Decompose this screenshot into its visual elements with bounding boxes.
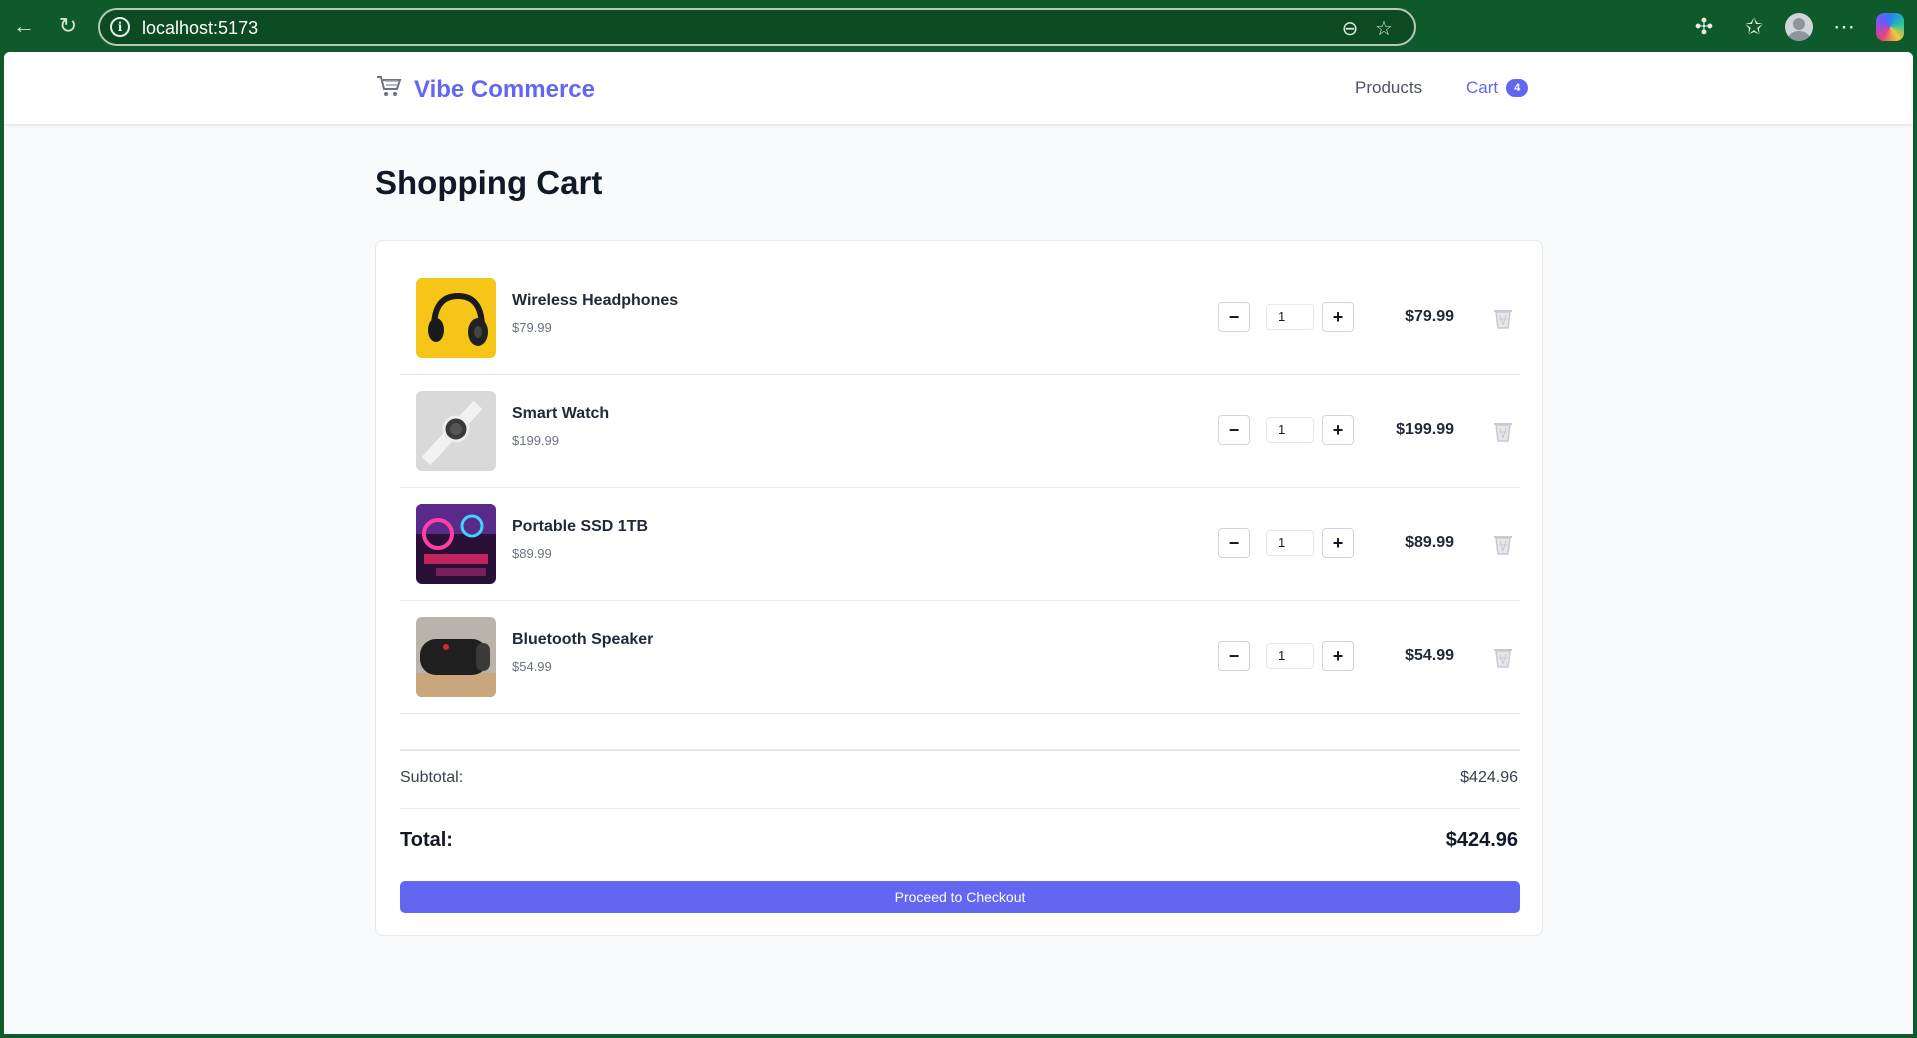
item-unit-price: $54.99 xyxy=(512,659,552,674)
cart-count-badge: 4 xyxy=(1506,79,1529,97)
item-unit-price: $89.99 xyxy=(512,546,552,561)
decrease-quantity-button[interactable]: − xyxy=(1218,415,1250,445)
item-title: Bluetooth Speaker xyxy=(512,631,654,648)
brand-link[interactable]: Vibe Commerce xyxy=(376,74,595,105)
site-info-icon[interactable]: i xyxy=(110,17,130,37)
checkout-button[interactable]: Proceed to Checkout xyxy=(400,881,1520,913)
nav-cart-link[interactable]: Cart 4 xyxy=(1466,78,1529,98)
nav-products-link[interactable]: Products xyxy=(1355,78,1422,98)
extensions-icon[interactable]: ✣ xyxy=(1690,13,1718,41)
decrease-quantity-button[interactable]: − xyxy=(1218,528,1250,558)
product-image-speaker xyxy=(416,617,496,697)
quantity-input[interactable]: 1 xyxy=(1266,304,1314,330)
summary-divider xyxy=(400,749,1520,751)
brand-name: Vibe Commerce xyxy=(414,75,595,103)
item-unit-price: $199.99 xyxy=(512,433,559,448)
increase-quantity-button[interactable]: + xyxy=(1322,528,1354,558)
product-image-smartwatch xyxy=(416,391,496,471)
summary-divider xyxy=(400,808,1520,809)
decrease-quantity-button[interactable]: − xyxy=(1218,641,1250,671)
item-title: Portable SSD 1TB xyxy=(512,518,649,535)
favorite-star-icon[interactable]: ☆ xyxy=(1372,16,1396,40)
back-arrow-icon[interactable]: ← xyxy=(10,12,38,40)
cart-item: Smart Watch $199.99 − 1 + $199.99 xyxy=(400,375,1520,488)
cart-item: Portable SSD 1TB $89.99 − 1 + $89.99 xyxy=(400,488,1520,601)
subtotal-value: $424.96 xyxy=(1460,769,1518,786)
total-label: Total: xyxy=(400,829,453,851)
browser-toolbar: ← ↻ i localhost:5173 ⊖ ☆ ✣ ✩ ⋯ xyxy=(0,0,1917,52)
trash-icon[interactable] xyxy=(1490,531,1516,557)
trash-icon[interactable] xyxy=(1490,305,1516,331)
shopping-cart-icon xyxy=(376,74,404,105)
item-title: Wireless Headphones xyxy=(512,292,679,309)
decrease-quantity-button[interactable]: − xyxy=(1218,302,1250,332)
product-image-headphones xyxy=(416,278,496,358)
increase-quantity-button[interactable]: + xyxy=(1322,302,1354,332)
cart-item: Wireless Headphones $79.99 − 1 + $79.99 xyxy=(400,262,1520,375)
item-line-total: $79.99 xyxy=(1405,308,1454,325)
quantity-input[interactable]: 1 xyxy=(1266,530,1314,556)
page-title: Shopping Cart xyxy=(375,164,603,201)
reload-icon[interactable]: ↻ xyxy=(54,12,82,40)
page-viewport: Vibe Commerce Products Cart 4 Shopping C… xyxy=(4,52,1913,1034)
trash-icon[interactable] xyxy=(1490,644,1516,670)
increase-quantity-button[interactable]: + xyxy=(1322,415,1354,445)
trash-icon[interactable] xyxy=(1490,418,1516,444)
product-image-ssd xyxy=(416,504,496,584)
more-icon[interactable]: ⋯ xyxy=(1830,13,1858,41)
cart-card: Wireless Headphones $79.99 − 1 + $79.99 … xyxy=(375,240,1543,936)
item-line-total: $89.99 xyxy=(1405,534,1454,551)
item-line-total: $54.99 xyxy=(1405,647,1454,664)
nav-cart-label: Cart xyxy=(1466,78,1499,97)
address-bar[interactable]: i localhost:5173 ⊖ ☆ xyxy=(98,8,1416,46)
profile-icon[interactable] xyxy=(1785,13,1813,41)
url-text[interactable]: localhost:5173 xyxy=(142,18,258,39)
cart-item: Bluetooth Speaker $54.99 − 1 + $54.99 xyxy=(400,601,1520,714)
subtotal-label: Subtotal: xyxy=(400,769,464,786)
app-header: Vibe Commerce Products Cart 4 xyxy=(4,52,1913,124)
total-value: $424.96 xyxy=(1445,829,1518,851)
item-title: Smart Watch xyxy=(512,405,610,422)
quantity-input[interactable]: 1 xyxy=(1266,643,1314,669)
copilot-icon[interactable] xyxy=(1876,13,1904,41)
quantity-input[interactable]: 1 xyxy=(1266,417,1314,443)
increase-quantity-button[interactable]: + xyxy=(1322,641,1354,671)
favorites-icon[interactable]: ✩ xyxy=(1740,13,1768,41)
zoom-out-icon[interactable]: ⊖ xyxy=(1338,16,1362,40)
item-line-total: $199.99 xyxy=(1396,421,1454,438)
item-unit-price: $79.99 xyxy=(512,320,552,335)
